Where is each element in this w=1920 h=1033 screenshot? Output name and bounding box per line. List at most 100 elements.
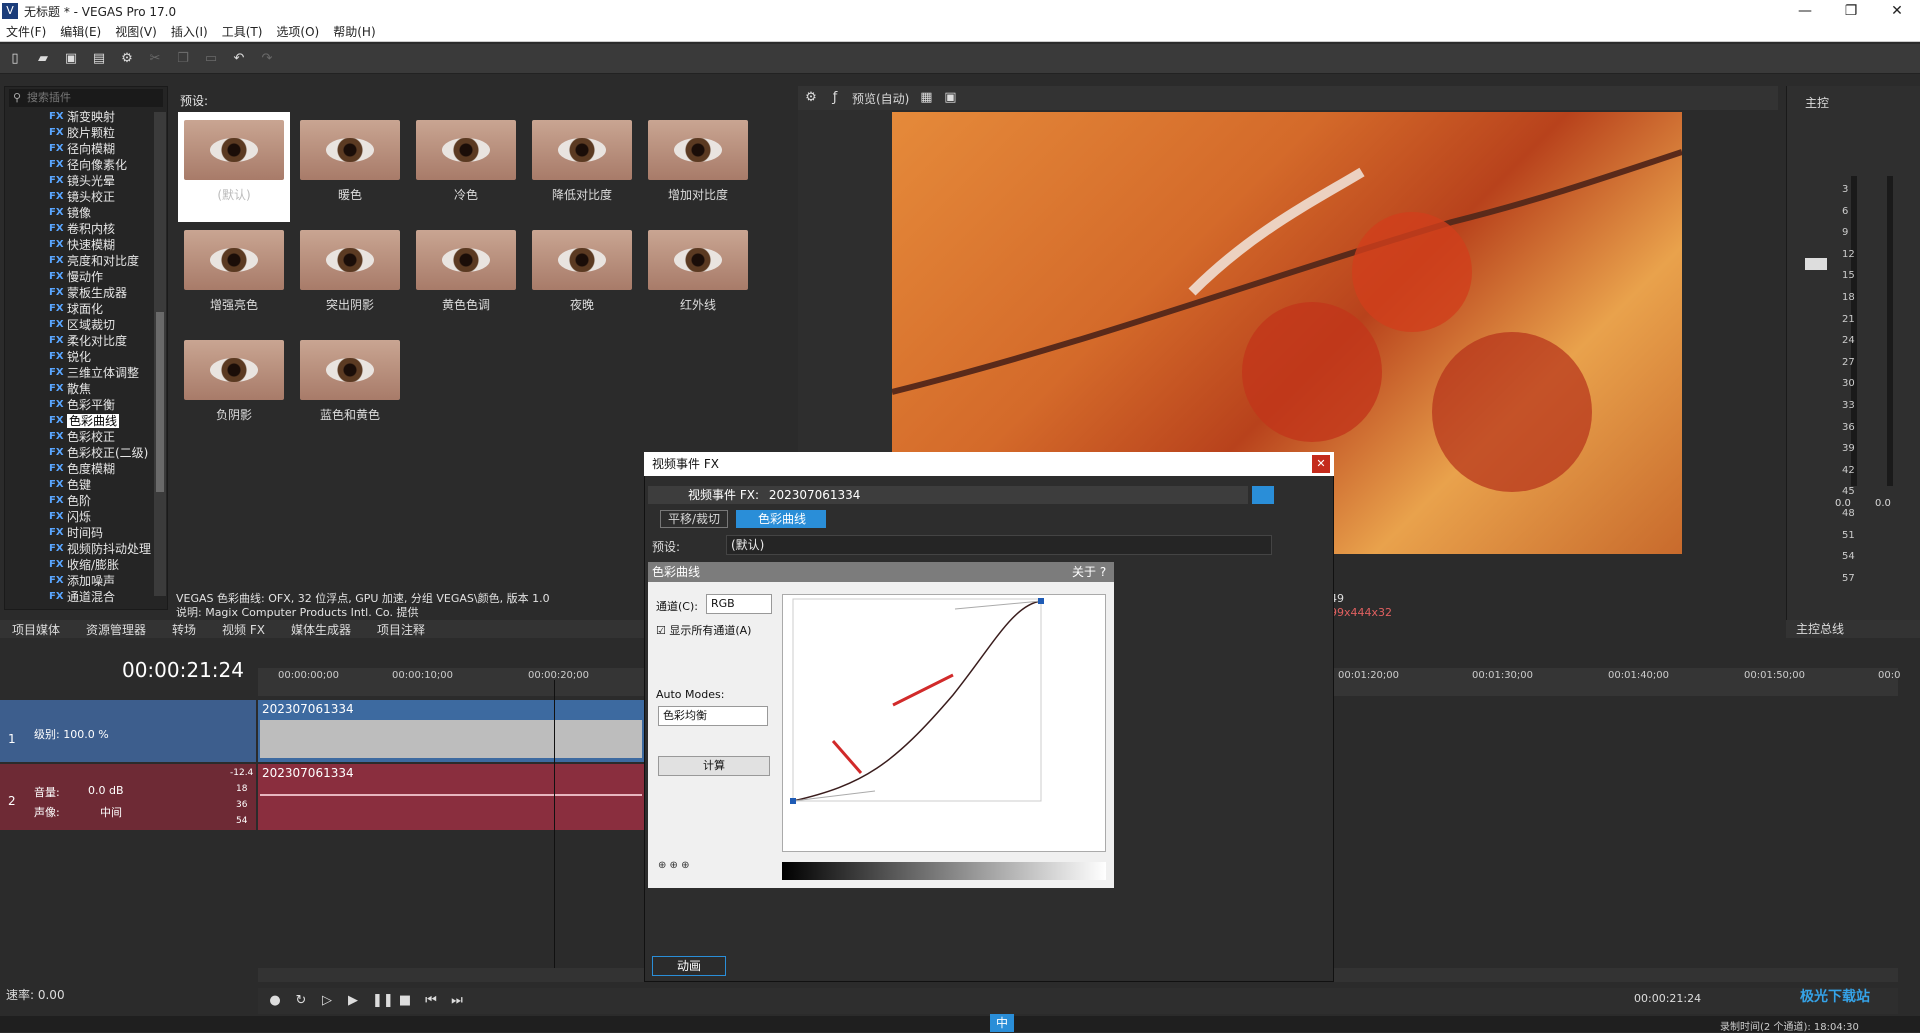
fx-item[interactable]: FX 镜像 xyxy=(5,205,167,221)
fx-item[interactable]: FX 视频防抖动处理 xyxy=(5,541,167,557)
preview-settings-icon[interactable]: ⚙ xyxy=(804,91,818,105)
menu-edit[interactable]: 编辑(E) xyxy=(60,23,101,40)
plugin-pan-crop[interactable]: 平移/裁切 xyxy=(660,510,728,528)
preset-tile[interactable]: 暖色 xyxy=(294,112,406,222)
fx-item[interactable]: FX 闪烁 xyxy=(5,509,167,525)
maximize-button[interactable]: ❐ xyxy=(1828,3,1874,19)
close-button[interactable]: ✕ xyxy=(1874,3,1920,19)
audio-track-header[interactable]: 2 音量: 0.0 dB 声像: 中间 -12.4 18 36 54 xyxy=(0,764,256,830)
fx-list-scrollbar[interactable] xyxy=(154,112,166,596)
grid-icon[interactable]: ▦ xyxy=(919,91,933,105)
menu-insert[interactable]: 插入(I) xyxy=(171,23,208,40)
save-as-icon[interactable]: ▤ xyxy=(92,51,106,66)
animate-button[interactable]: 动画 xyxy=(652,956,726,976)
preset-dropdown[interactable]: (默认) xyxy=(726,535,1272,555)
fx-item[interactable]: FX 快速模糊 xyxy=(5,237,167,253)
paste-icon[interactable]: ▭ xyxy=(204,51,218,66)
fx-item[interactable]: FX 时间码 xyxy=(5,525,167,541)
tab-transitions[interactable]: 转场 xyxy=(172,621,196,638)
menu-options[interactable]: 选项(O) xyxy=(276,23,319,40)
fx-item[interactable]: FX 镜头校正 xyxy=(5,189,167,205)
audio-clip[interactable]: 202307061334 xyxy=(258,764,644,830)
about-button[interactable]: 关于 ? xyxy=(1072,562,1106,582)
preset-tile[interactable]: 负阴影 xyxy=(178,332,290,442)
preset-tile[interactable]: 夜晚 xyxy=(526,222,638,332)
preset-tile[interactable]: (默认) xyxy=(178,112,290,222)
playhead-cursor[interactable] xyxy=(554,680,555,970)
copy-icon[interactable]: ❐ xyxy=(176,51,190,66)
fx-item[interactable]: FX 卷积内核 xyxy=(5,221,167,237)
fx-item[interactable]: FX 蒙板生成器 xyxy=(5,285,167,301)
loop-icon[interactable]: ↻ xyxy=(294,994,308,1008)
menu-view[interactable]: 视图(V) xyxy=(115,23,157,40)
calculate-button[interactable]: 计算 xyxy=(658,756,770,776)
preset-tile[interactable]: 突出阴影 xyxy=(294,222,406,332)
tab-master-bus[interactable]: 主控总线 xyxy=(1786,620,1920,638)
preset-tile[interactable]: 增强亮色 xyxy=(178,222,290,332)
master-fader-handle[interactable] xyxy=(1805,258,1827,270)
fx-item[interactable]: FX 球面化 xyxy=(5,301,167,317)
go-to-start-icon[interactable]: ⏮ xyxy=(424,994,438,1008)
go-to-end-icon[interactable]: ⏭ xyxy=(450,994,464,1008)
scrollbar-thumb[interactable] xyxy=(156,312,164,492)
curve-graph[interactable] xyxy=(783,595,1105,851)
tab-project-media[interactable]: 项目媒体 xyxy=(12,621,60,638)
ime-indicator[interactable]: 中 xyxy=(990,1014,1015,1032)
preset-tile[interactable]: 冷色 xyxy=(410,112,522,222)
fx-item[interactable]: FX 镜头光晕 xyxy=(5,173,167,189)
video-track-header[interactable]: 1 级别: 100.0 % xyxy=(0,700,256,762)
stop-icon[interactable]: ■ xyxy=(398,994,412,1008)
minimize-button[interactable]: — xyxy=(1782,3,1828,19)
preset-tile[interactable]: 黄色色调 xyxy=(410,222,522,332)
rgb-channel-icons[interactable]: ⊕ ⊕ ⊕ xyxy=(658,860,690,871)
preset-tile[interactable]: 降低对比度 xyxy=(526,112,638,222)
preview-fx-icon[interactable]: ƒ xyxy=(828,91,842,105)
fx-item[interactable]: FX 渐变映射 xyxy=(5,109,167,125)
fx-item[interactable]: FX 慢动作 xyxy=(5,269,167,285)
new-file-icon[interactable]: ▯ xyxy=(8,51,22,66)
snapshot-save-icon[interactable]: ▣ xyxy=(943,91,957,105)
tab-media-generators[interactable]: 媒体生成器 xyxy=(291,621,351,638)
auto-modes-select[interactable]: 色彩均衡 xyxy=(658,706,768,726)
open-folder-icon[interactable]: ▰ xyxy=(36,51,50,66)
menu-file[interactable]: 文件(F) xyxy=(6,23,46,40)
preview-mode-dropdown[interactable]: 预览(自动) xyxy=(852,90,909,107)
fx-item[interactable]: FX 亮度和对比度 xyxy=(5,253,167,269)
plugin-search-input[interactable]: 搜索插件 xyxy=(9,89,163,107)
record-icon[interactable]: ● xyxy=(268,994,282,1008)
fx-item[interactable]: FX 通道混合 xyxy=(5,589,167,605)
play-icon[interactable]: ▶ xyxy=(346,994,360,1008)
settings-gear-icon[interactable]: ⚙ xyxy=(120,51,134,66)
fx-item[interactable]: FX 散焦 xyxy=(5,381,167,397)
fx-item[interactable]: FX 色彩校正(二级) xyxy=(5,445,167,461)
play-from-start-icon[interactable]: ▷ xyxy=(320,994,334,1008)
fx-item[interactable]: FX 色阶 xyxy=(5,493,167,509)
tab-project-notes[interactable]: 项目注释 xyxy=(377,621,425,638)
menu-help[interactable]: 帮助(H) xyxy=(333,23,375,40)
fx-item[interactable]: FX 区域裁切 xyxy=(5,317,167,333)
fx-item[interactable]: FX 锐化 xyxy=(5,349,167,365)
dialog-close-button[interactable]: ✕ xyxy=(1312,455,1330,473)
pause-icon[interactable]: ❚❚ xyxy=(372,994,394,1008)
fx-item[interactable]: FX 胶片颗粒 xyxy=(5,125,167,141)
fx-item[interactable]: FX 柔化对比度 xyxy=(5,333,167,349)
fx-item[interactable]: FX 色彩曲线 xyxy=(5,413,167,429)
curve-point-start[interactable] xyxy=(790,798,796,804)
cut-icon[interactable]: ✂ xyxy=(148,51,162,66)
save-icon[interactable]: ▣ xyxy=(64,51,78,66)
fx-item[interactable]: FX 收缩/膨胀 xyxy=(5,557,167,573)
fx-item[interactable]: FX 径向模糊 xyxy=(5,141,167,157)
video-clip[interactable]: 202307061334 xyxy=(258,700,644,762)
fx-item[interactable]: FX 色彩校正 xyxy=(5,429,167,445)
menu-tools[interactable]: 工具(T) xyxy=(222,23,263,40)
chain-view-button[interactable] xyxy=(1252,486,1274,504)
tab-explorer[interactable]: 资源管理器 xyxy=(86,621,146,638)
preset-tile[interactable]: 红外线 xyxy=(642,222,754,332)
fx-item[interactable]: FX 三维立体调整 xyxy=(5,365,167,381)
fx-item[interactable]: FX 色彩平衡 xyxy=(5,397,167,413)
redo-icon[interactable]: ↷ xyxy=(260,51,274,66)
fx-item[interactable]: FX 色键 xyxy=(5,477,167,493)
undo-icon[interactable]: ↶ xyxy=(232,51,246,66)
tab-video-fx[interactable]: 视频 FX xyxy=(222,621,265,638)
fx-item[interactable]: FX 径向像素化 xyxy=(5,157,167,173)
